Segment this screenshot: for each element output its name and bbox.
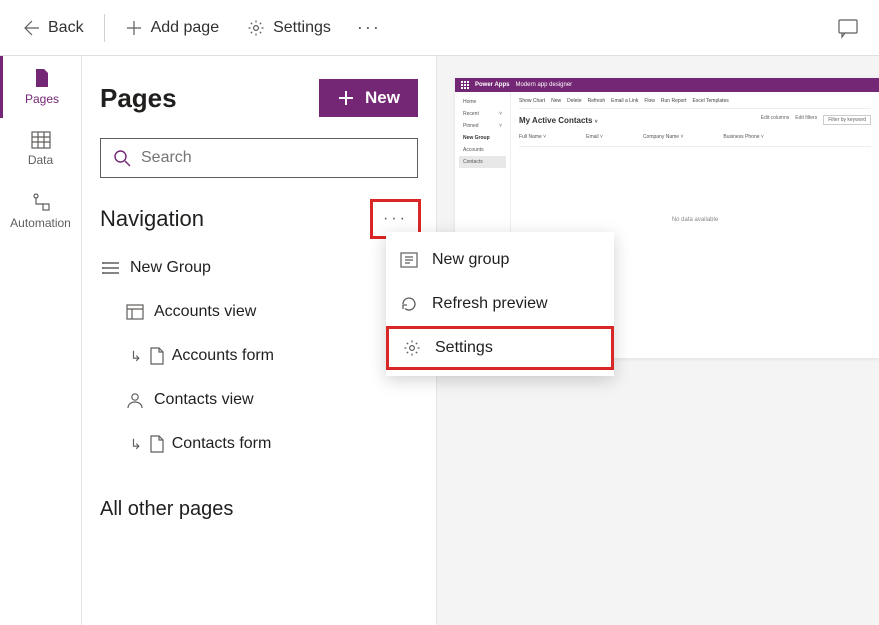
preview-topbar: Power Apps Modern app designer bbox=[455, 78, 879, 92]
preview-side-group: New Group bbox=[459, 132, 506, 144]
subpage-arrow-icon: ↳ bbox=[130, 348, 142, 365]
overflow-button[interactable]: ··· bbox=[347, 17, 391, 38]
preview-side-home: Home bbox=[459, 96, 506, 108]
top-command-bar: Back Add page Settings ··· bbox=[0, 0, 879, 56]
rail-automation-label: Automation bbox=[10, 216, 71, 230]
preview-empty-text: No data available bbox=[519, 147, 871, 223]
flow-icon bbox=[31, 192, 51, 212]
view-icon bbox=[126, 304, 144, 320]
feedback-button[interactable] bbox=[825, 17, 871, 39]
back-button[interactable]: Back bbox=[8, 8, 96, 48]
rail-data-label: Data bbox=[28, 153, 53, 167]
menu-new-group-label: New group bbox=[432, 251, 509, 269]
gear-icon bbox=[247, 19, 265, 37]
rail-automation[interactable]: Automation bbox=[0, 180, 81, 242]
tree-item-accounts-form[interactable]: ↳ Accounts form bbox=[82, 334, 436, 378]
plus-icon bbox=[125, 19, 143, 37]
preview-view-header: My Active Contacts ˅ Edit columns Edit f… bbox=[519, 109, 871, 131]
plus-icon bbox=[337, 89, 355, 107]
settings-label: Settings bbox=[273, 19, 331, 37]
all-other-pages-title: All other pages bbox=[82, 478, 436, 541]
rail-data[interactable]: Data bbox=[0, 118, 81, 180]
menu-settings-label: Settings bbox=[435, 339, 493, 357]
tree-item-label: Accounts form bbox=[172, 347, 274, 365]
person-icon bbox=[126, 391, 144, 409]
new-button-label: New bbox=[365, 88, 400, 108]
waffle-icon bbox=[461, 81, 469, 89]
group-icon bbox=[102, 261, 120, 275]
form-icon bbox=[150, 435, 164, 453]
tree-item-label: Accounts view bbox=[154, 303, 256, 321]
table-icon bbox=[31, 131, 51, 149]
add-page-button[interactable]: Add page bbox=[113, 8, 232, 48]
navigation-section-header: Navigation ··· bbox=[82, 194, 436, 244]
tree-item-contacts-form[interactable]: ↳ Contacts form bbox=[82, 422, 436, 466]
tree-item-label: Contacts form bbox=[172, 435, 272, 453]
preview-app-name: Modern app designer bbox=[515, 82, 572, 88]
new-group-icon bbox=[400, 252, 418, 268]
form-icon bbox=[150, 347, 164, 365]
new-button[interactable]: New bbox=[319, 79, 418, 117]
preview-brand: Power Apps bbox=[475, 82, 509, 88]
navigation-tree: New Group Accounts view ↳ Accounts form … bbox=[82, 244, 436, 478]
preview-side-contacts: Contacts bbox=[459, 156, 506, 168]
add-page-label: Add page bbox=[151, 19, 220, 37]
tree-group-label: New Group bbox=[130, 259, 211, 277]
rail-pages[interactable]: Pages bbox=[0, 56, 81, 118]
tree-item-contacts-view[interactable]: Contacts view bbox=[82, 378, 436, 422]
refresh-icon bbox=[400, 295, 418, 313]
divider bbox=[104, 14, 105, 42]
search-icon bbox=[113, 149, 131, 167]
back-arrow-icon bbox=[20, 18, 40, 38]
tree-item-accounts-view[interactable]: Accounts view bbox=[82, 290, 436, 334]
subpage-arrow-icon: ↳ bbox=[130, 436, 142, 453]
menu-refresh-label: Refresh preview bbox=[432, 295, 548, 313]
navigation-title: Navigation bbox=[100, 206, 204, 232]
search-box[interactable] bbox=[100, 138, 418, 178]
panel-title: Pages bbox=[100, 83, 177, 114]
panel-header: Pages New bbox=[82, 56, 436, 124]
left-rail: Pages Data Automation bbox=[0, 56, 82, 625]
preview-side-recent: Recent˅ bbox=[459, 108, 506, 120]
page-icon bbox=[33, 68, 51, 88]
chat-icon bbox=[837, 17, 859, 39]
rail-pages-label: Pages bbox=[25, 92, 59, 106]
search-input[interactable] bbox=[141, 139, 405, 177]
gear-icon bbox=[403, 339, 421, 357]
tree-group[interactable]: New Group bbox=[82, 246, 436, 290]
navigation-more-button[interactable]: ··· bbox=[373, 202, 418, 236]
preview-command-bar: Show Chart New Delete Refresh Email a Li… bbox=[519, 98, 871, 109]
menu-refresh-preview[interactable]: Refresh preview bbox=[386, 282, 614, 326]
menu-settings[interactable]: Settings bbox=[386, 326, 614, 370]
pages-panel: Pages New Navigation ··· New Group Accou… bbox=[82, 56, 437, 625]
tree-item-label: Contacts view bbox=[154, 391, 254, 409]
preview-side-accounts: Accounts bbox=[459, 144, 506, 156]
back-label: Back bbox=[48, 19, 84, 37]
preview-table-header: Full Name ˅ Email ˅ Company Name ˅ Busin… bbox=[519, 131, 871, 147]
menu-new-group[interactable]: New group bbox=[386, 238, 614, 282]
preview-side-pinned: Pinned˅ bbox=[459, 120, 506, 132]
navigation-context-menu: New group Refresh preview Settings bbox=[386, 232, 614, 376]
settings-button[interactable]: Settings bbox=[235, 8, 343, 48]
